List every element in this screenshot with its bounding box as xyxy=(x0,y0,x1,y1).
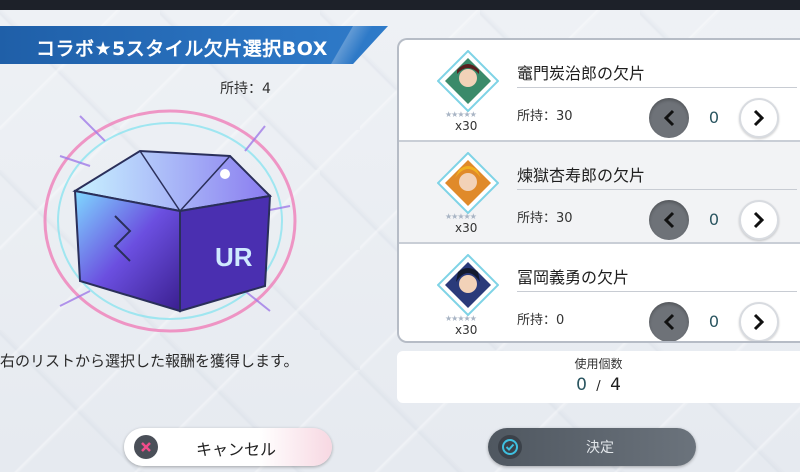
chevron-left-icon xyxy=(663,313,675,331)
held-count: 所持：0 xyxy=(517,313,565,328)
box-held-count: 所持：4 xyxy=(220,81,271,97)
decrement-button[interactable] xyxy=(649,98,689,138)
divider xyxy=(517,189,797,190)
item-name: 竈門炭治郎の欠片 xyxy=(517,64,646,83)
usage-separator: / xyxy=(596,379,601,394)
rarity-stars: ★★★★★ xyxy=(445,314,477,323)
shard-count: x30 xyxy=(455,119,478,133)
divider xyxy=(517,291,797,292)
description-text: 右のリストから選択した報酬を獲得します。 xyxy=(0,352,299,370)
item-name: 冨岡義勇の欠片 xyxy=(517,268,630,287)
quantity-value: 0 xyxy=(708,108,720,127)
decrement-button[interactable] xyxy=(649,200,689,240)
list-item: ★★★★★ x30 竈門炭治郎の欠片 所持：30 0 xyxy=(399,40,800,140)
chevron-right-icon xyxy=(753,313,765,331)
held-count: 所持：30 xyxy=(517,109,573,124)
held-count: 所持：30 xyxy=(517,211,573,226)
rarity-stars: ★★★★★ xyxy=(445,110,477,119)
usage-label: 使用個数 xyxy=(574,357,623,371)
usage-count: 0 / 4 xyxy=(397,375,800,395)
chevron-left-icon xyxy=(663,211,675,229)
cancel-button[interactable]: キャンセル xyxy=(124,428,332,466)
shard-list[interactable]: ★★★★★ x30 竈門炭治郎の欠片 所持：30 0 ★★★★★ x30 煉獄杏… xyxy=(397,38,800,343)
dialog-panel: コラボ★5スタイル欠片選択BOX 所持：4 UR 右のリストから選択した報酬を獲… xyxy=(0,10,800,472)
used-count: 0 xyxy=(576,375,587,395)
shard-count: x30 xyxy=(455,221,478,235)
list-item: ★★★★★ x30 煉獄杏寿郎の欠片 所持：30 0 xyxy=(399,142,800,242)
shard-count: x30 xyxy=(455,323,478,337)
character-portrait-icon xyxy=(437,254,499,316)
divider xyxy=(517,87,797,88)
item-name: 煉獄杏寿郎の欠片 xyxy=(517,166,646,185)
confirm-button[interactable]: 決定 xyxy=(488,428,696,466)
usage-counter: 使用個数 0 / 4 xyxy=(397,351,800,403)
confirm-label: 決定 xyxy=(586,440,614,456)
increment-button[interactable] xyxy=(739,200,779,240)
svg-text:UR: UR xyxy=(215,242,253,272)
quantity-value: 0 xyxy=(708,210,720,229)
treasure-box-image: UR xyxy=(43,109,297,333)
dialog-title: コラボ★5スタイル欠片選択BOX xyxy=(36,38,328,60)
chevron-left-icon xyxy=(663,109,675,127)
character-portrait-icon xyxy=(437,50,499,112)
increment-button[interactable] xyxy=(739,98,779,138)
cancel-label: キャンセル xyxy=(195,440,276,459)
list-item: ★★★★★ x30 冨岡義勇の欠片 所持：0 0 xyxy=(399,244,800,341)
max-count: 4 xyxy=(610,375,621,395)
chevron-right-icon xyxy=(753,211,765,229)
decrement-button[interactable] xyxy=(649,302,689,341)
increment-button[interactable] xyxy=(739,302,779,341)
quantity-value: 0 xyxy=(708,312,720,331)
chevron-right-icon xyxy=(753,109,765,127)
character-portrait-icon xyxy=(437,152,499,214)
rarity-stars: ★★★★★ xyxy=(445,212,477,221)
